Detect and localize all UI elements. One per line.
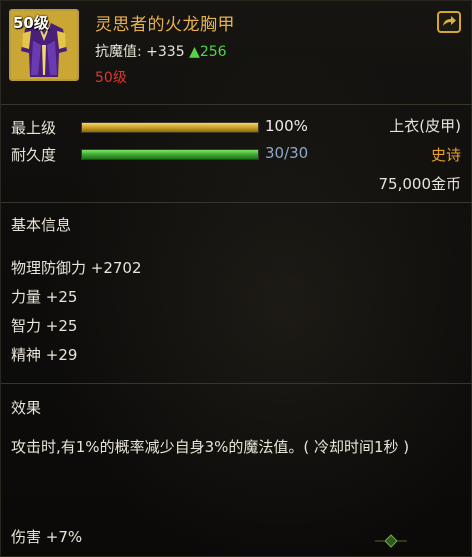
ornament-icon (375, 534, 407, 548)
divider (1, 104, 472, 105)
effect-description: 攻击时,有1%的概率减少自身3%的魔法值。( 冷却时间1秒 ) (11, 438, 410, 456)
magic-resist-increase: ▲256 (189, 44, 227, 60)
tooltip-header: 50级 灵思者的火龙胸甲 抗魔值: +335 ▲256 50级 (1, 1, 472, 101)
durability-value: 30/30 (265, 144, 309, 162)
durability-label: 耐久度 (11, 146, 57, 164)
item-name: 灵思者的火龙胸甲 (95, 15, 235, 35)
share-button[interactable] (437, 11, 461, 33)
basic-info-title: 基本信息 (11, 216, 72, 234)
item-slot: 上衣(皮甲) (389, 117, 461, 135)
effect-title: 效果 (11, 399, 42, 417)
share-icon (443, 16, 456, 26)
divider (1, 383, 472, 384)
upgrade-value: 100% (265, 117, 308, 135)
item-icon-frame: 50级 (9, 9, 79, 81)
item-price: 75,000金币 (378, 175, 462, 193)
attribute-line: 智力 +25 (11, 317, 78, 335)
upgrade-bar (81, 122, 259, 133)
attribute-line: 精神 +29 (11, 346, 78, 364)
magic-resist-stat: 抗魔值: +335 ▲256 (95, 41, 227, 61)
item-level-badge: 50级 (13, 14, 49, 32)
damage-bonus: 伤害 +7% (11, 528, 83, 546)
divider (1, 202, 472, 203)
attribute-line: 物理防御力 +2702 (11, 259, 142, 277)
item-rarity: 史诗 (430, 146, 461, 164)
upgrade-bar-fill (82, 123, 258, 132)
durability-bar-fill (82, 150, 258, 159)
attribute-line: 力量 +25 (11, 288, 78, 306)
item-tooltip: 50级 灵思者的火龙胸甲 抗魔值: +335 ▲256 50级 最上级 100%… (0, 0, 472, 557)
required-level: 50级 (95, 70, 127, 86)
upgrade-label: 最上级 (11, 119, 57, 137)
magic-resist-label: 抗魔值: +335 (95, 44, 185, 60)
durability-bar (81, 149, 259, 160)
